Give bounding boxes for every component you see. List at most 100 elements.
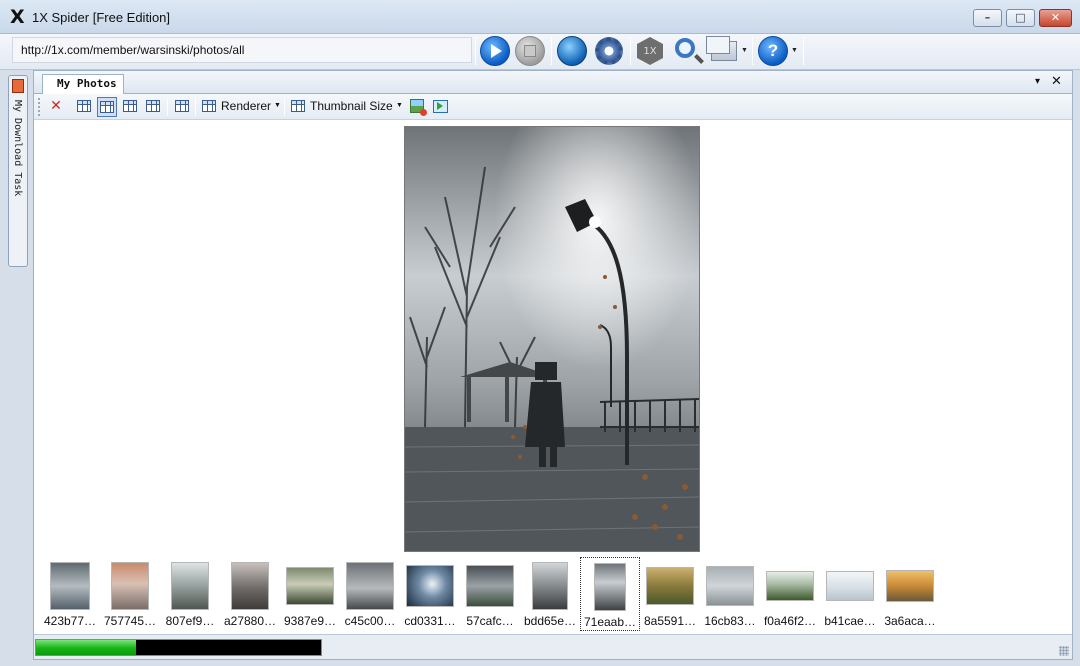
thumbnail-item[interactable]: cd0331…: [400, 557, 460, 631]
browser-button[interactable]: [556, 35, 588, 67]
view-details-button[interactable]: [174, 98, 190, 114]
close-tab-icon[interactable]: ✕: [1051, 74, 1062, 89]
photo-preview[interactable]: [404, 126, 700, 552]
renderer-icon: [202, 100, 216, 112]
tab-my-photos[interactable]: My Photos: [42, 74, 124, 94]
title-bar: X 1X Spider [Free Edition] – □ ✕: [0, 0, 1080, 34]
thumbnail-image: [826, 571, 874, 601]
1x-site-button[interactable]: 1X: [634, 35, 666, 67]
thumbnail-label: 71eaab…: [583, 615, 637, 629]
slideshow-play-icon: [437, 102, 443, 110]
thumbnail-size-dropdown[interactable]: Thumbnail Size: [310, 99, 393, 113]
renderer-dropdown-caret-icon[interactable]: ▼: [274, 102, 281, 109]
export-image-icon: [410, 99, 427, 116]
thumbnail-size-icon: [291, 100, 305, 112]
thumbnail-item[interactable]: 423b77…: [40, 557, 100, 631]
thumbnail-item-selected[interactable]: 71eaab…: [580, 557, 640, 631]
play-icon: [480, 36, 510, 66]
toolbar-separator: [475, 37, 476, 65]
thumbnail-item[interactable]: b41cae…: [820, 557, 880, 631]
thumbnail-label: cd0331…: [404, 614, 456, 628]
progress-fill: [36, 640, 136, 655]
stop-icon: [515, 36, 545, 66]
slideshow-icon: [432, 99, 448, 113]
thumbnail-item[interactable]: 57cafc…: [460, 557, 520, 631]
thumbnail-image: [532, 562, 568, 610]
download-progress-bar: [35, 639, 322, 656]
download-task-side-tab[interactable]: My Download Task: [8, 75, 28, 267]
thumbnail-item[interactable]: 16cb83…: [700, 557, 760, 631]
app-logo-icon: X: [10, 6, 25, 28]
toolbar-separator: [284, 98, 285, 116]
table-view-icon: [146, 100, 160, 112]
status-bar: [34, 634, 1072, 659]
close-window-button[interactable]: ✕: [1039, 9, 1072, 27]
thumbnail-item[interactable]: f0a46f2…: [760, 557, 820, 631]
minimize-button[interactable]: –: [973, 9, 1002, 27]
thumbnail-image: [886, 570, 934, 602]
toolbar-grip: [38, 98, 40, 116]
document-tab-strip: My Photos ▾ ✕: [34, 71, 1072, 94]
toolbar-separator: [803, 37, 804, 65]
thumbnail-item[interactable]: bdd65e…: [520, 557, 580, 631]
photo-preview-artwork: [405, 127, 699, 551]
thumbnail-label: b41cae…: [824, 614, 876, 628]
thumbnail-item[interactable]: 757745…: [100, 557, 160, 631]
photos-toolbar: ✕ Renderer ▼ Thumbnail Size ▼: [34, 94, 1072, 120]
thumbnail-label: 807ef9…: [165, 614, 215, 628]
thumbnail-item[interactable]: 9387e9…: [280, 557, 340, 631]
export-badge-icon: [420, 109, 427, 116]
thumbnail-item[interactable]: 807ef9…: [160, 557, 220, 631]
thumbnail-label: a27880…: [223, 614, 277, 628]
1x-hex-icon: 1X: [637, 37, 663, 65]
thumbnail-item[interactable]: 8a5591…: [640, 557, 700, 631]
maximize-button[interactable]: □: [1006, 9, 1035, 27]
thumbnail-image: [50, 562, 90, 610]
delete-icon[interactable]: ✕: [48, 98, 64, 114]
thumbnail-size-icon-wrap[interactable]: [290, 98, 306, 114]
toolbar-separator: [167, 98, 168, 116]
help-button[interactable]: ?: [757, 35, 789, 67]
left-dock: My Download Task: [0, 70, 31, 666]
search-button[interactable]: [672, 35, 704, 67]
url-input[interactable]: http://1x.com/member/warsinski/photos/al…: [12, 37, 472, 63]
help-icon: ?: [758, 36, 788, 66]
export-image-button[interactable]: [409, 98, 427, 116]
thumbnail-image: [111, 562, 149, 610]
window-title: 1X Spider [Free Edition]: [32, 10, 171, 25]
view-table-button[interactable]: [145, 98, 161, 114]
stop-button[interactable]: [514, 35, 546, 67]
renderer-icon-wrap[interactable]: [201, 98, 217, 114]
thumbnail-size-caret-icon[interactable]: ▼: [396, 102, 403, 109]
toolbar-separator: [551, 37, 552, 65]
filmstrip-view-icon: [100, 101, 114, 113]
toolbar-separator: [195, 98, 196, 116]
slideshow-button[interactable]: [432, 98, 448, 114]
thumbnail-label: 3a6aca…: [884, 614, 936, 628]
view-split-button[interactable]: [122, 98, 138, 114]
view-grid-button[interactable]: [76, 98, 92, 114]
toolbar-separator: [752, 37, 753, 65]
renderer-dropdown[interactable]: Renderer: [221, 99, 271, 113]
thumbnail-item[interactable]: 3a6aca…: [880, 557, 940, 631]
thumbnail-item[interactable]: c45c00…: [340, 557, 400, 631]
thumbnail-image: [766, 571, 814, 601]
resize-grip-icon[interactable]: [1059, 646, 1069, 656]
thumbnail-image: [594, 563, 626, 611]
settings-gear-icon: [595, 37, 623, 65]
thumbnail-strip: 423b77… 757745… 807ef9… a27880… 9387e9… …: [40, 557, 1040, 631]
settings-button[interactable]: [593, 35, 625, 67]
globe-icon: [557, 36, 587, 66]
help-dropdown-caret-icon[interactable]: ▼: [791, 47, 798, 54]
tab-list-dropdown-icon[interactable]: ▾: [1035, 76, 1040, 87]
windows-dropdown-caret-icon[interactable]: ▼: [741, 47, 748, 54]
start-button[interactable]: [479, 35, 511, 67]
thumbnail-label: c45c00…: [344, 614, 396, 628]
view-filmstrip-button[interactable]: [97, 97, 117, 117]
photos-panel: My Photos ▾ ✕ ✕ Renderer ▼ Thumbnail Siz…: [33, 70, 1073, 660]
thumbnail-image: [466, 565, 514, 607]
search-magnifier-icon: [675, 38, 695, 58]
task-list-icon: [12, 79, 24, 93]
windows-button[interactable]: [706, 35, 740, 67]
thumbnail-item[interactable]: a27880…: [220, 557, 280, 631]
